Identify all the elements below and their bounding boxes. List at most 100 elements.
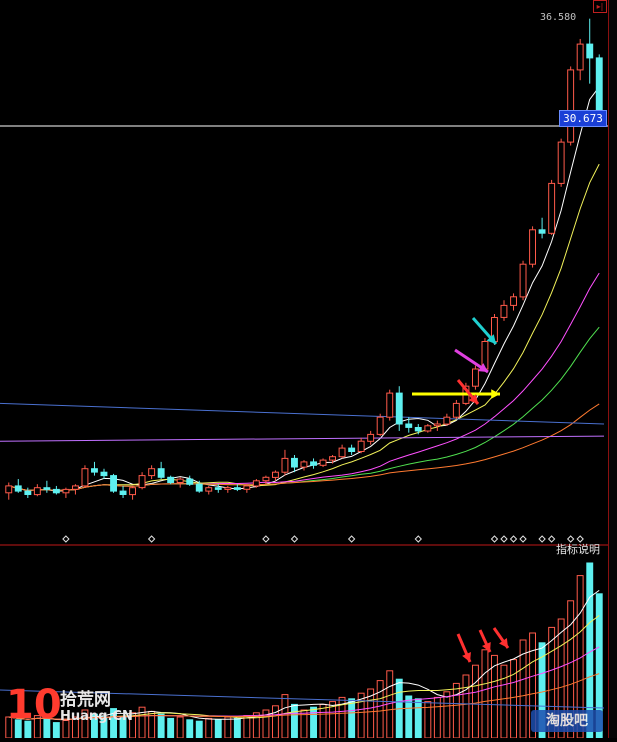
candle-down [91, 468, 98, 473]
candle-down [52, 488, 60, 494]
candle-up [72, 485, 79, 490]
candle-up [281, 457, 289, 473]
candle-up [424, 425, 432, 432]
watermark-logo-left: 10 拾荒网 Huang.CN [0, 683, 150, 738]
candle-up [376, 416, 384, 435]
candle-up [357, 440, 365, 453]
candle-up [557, 141, 565, 184]
volume-bar-up [224, 716, 232, 739]
right-scrollbar[interactable] [608, 0, 617, 738]
candle-up [262, 476, 270, 482]
kline-chart [0, 18, 608, 739]
corner-menu-icon[interactable]: ▸| [593, 0, 607, 13]
candle-up [443, 416, 451, 425]
chart-area [0, 0, 617, 739]
candle-down [348, 447, 356, 453]
watermark-logo-right: 淘股吧 [531, 710, 603, 732]
candle-up [138, 475, 146, 489]
candle-down [119, 490, 127, 496]
volume-bar-down [414, 698, 422, 739]
candle-up [5, 485, 13, 494]
volume-bar-down [186, 719, 194, 739]
signal-marker [500, 535, 508, 543]
candle-down [586, 43, 594, 59]
candle-down [214, 487, 222, 490]
volume-bar-up [443, 691, 451, 739]
volume-bar-down [348, 698, 356, 739]
candle-down [100, 471, 108, 477]
watermark-number: 10 [6, 682, 62, 728]
signal-marker [509, 535, 518, 543]
candle-up [386, 392, 394, 418]
volume-bar-down [157, 713, 165, 739]
candle-down [157, 468, 165, 478]
volume-bar-down [195, 720, 203, 739]
candle-down [414, 427, 422, 432]
arrow-yellow-head [491, 389, 500, 399]
volume-bar-up [272, 705, 279, 739]
candle-up [338, 447, 346, 458]
volume-bar-up [205, 717, 213, 739]
candle-up [252, 480, 260, 487]
signal-marker [414, 535, 422, 543]
ma5-line [8, 86, 600, 492]
candle-down [43, 487, 51, 490]
candle-down [186, 478, 194, 485]
visible-high-label: 36.580 [540, 12, 577, 23]
volume-bar-up [462, 674, 470, 739]
candle-up [567, 69, 575, 143]
candle-down [195, 483, 203, 492]
candle-up [224, 487, 232, 490]
ma10-line [8, 163, 600, 492]
candle-up [205, 487, 213, 492]
ma250-line [0, 435, 605, 442]
candle-up [148, 468, 156, 477]
signal-marker [147, 535, 156, 543]
candle-up [519, 263, 527, 298]
candle-up [367, 433, 375, 442]
indicator-help-link[interactable]: 指标说明 [556, 541, 600, 557]
watermark-en: Huang.CN [60, 709, 133, 724]
signal-marker [347, 535, 356, 543]
signal-marker [519, 535, 527, 543]
candle-up [300, 461, 308, 468]
watermark-cn: 拾荒网 [60, 690, 111, 710]
volume-bar-up [510, 659, 518, 739]
candle-up [319, 459, 327, 466]
signal-marker [538, 535, 546, 543]
volume-bar-up [452, 682, 460, 739]
candle-up [62, 488, 70, 494]
volume-bar-down [291, 703, 298, 739]
volume-bar-down [233, 717, 241, 739]
volume-bar-up [319, 703, 327, 739]
candle-up [176, 478, 184, 484]
candle-down [310, 461, 318, 466]
volume-bar-up [376, 680, 384, 739]
candle-down [233, 487, 241, 490]
volume-bar-up [243, 715, 251, 739]
volume-bar-down [310, 706, 318, 739]
current-price-label: 30.673 [559, 110, 607, 127]
signal-marker [262, 535, 270, 543]
volume-bar-down [214, 719, 222, 739]
candle-up [529, 229, 536, 265]
candle-down [405, 423, 413, 428]
candle-down [167, 476, 175, 483]
volume-bar-down [167, 717, 175, 739]
ma120-line [0, 402, 605, 425]
candle-up [500, 304, 508, 318]
candle-down [24, 490, 32, 496]
candle-up [510, 296, 518, 306]
candle-up [548, 182, 556, 234]
volume-bar-up [500, 664, 508, 739]
candle-up [243, 485, 251, 490]
candle-up [272, 471, 279, 478]
candle-up [472, 368, 479, 387]
candle-up [452, 402, 460, 418]
candle-down [538, 229, 546, 234]
candle-down [395, 392, 403, 425]
signal-marker [547, 535, 556, 543]
signal-marker [62, 535, 70, 543]
candle-up [33, 487, 41, 496]
signal-marker [290, 535, 299, 543]
